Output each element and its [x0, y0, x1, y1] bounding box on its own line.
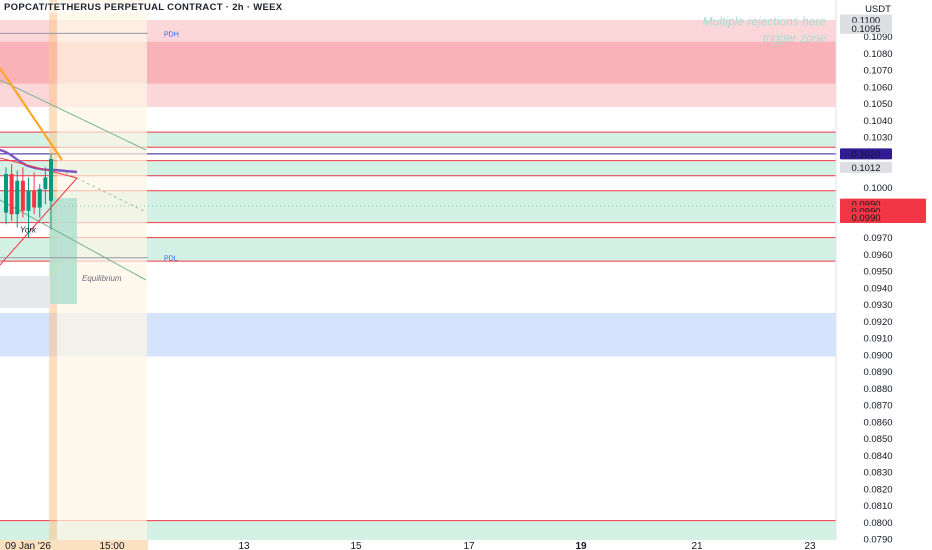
y-tick-label: 0.0880: [863, 384, 892, 395]
x-tick-label: 15: [350, 541, 362, 550]
y-tick-label: 0.0930: [863, 300, 892, 311]
y-tick-label: 0.0850: [863, 434, 892, 445]
x-tick-label: 19: [575, 541, 587, 550]
annotation-equilibrium: Equilibrium: [82, 274, 122, 283]
y-tick-label: 0.1040: [863, 116, 892, 127]
y-tick-label: 0.0910: [863, 334, 892, 345]
y-tick-label: 0.1030: [863, 133, 892, 144]
candle-body: [20, 180, 25, 211]
candle-body: [49, 158, 53, 201]
y-tick-label: 0.0840: [863, 451, 892, 462]
y-tick-label: 0.0810: [863, 501, 892, 512]
y-tick-label: 0.0890: [863, 367, 892, 378]
y-tick-label: 0.1000: [863, 183, 892, 194]
candle-body: [9, 174, 14, 215]
candle-body: [26, 190, 31, 211]
time-axis[interactable]: 09 Jan '26 15:00 13 15 17 19 21 23: [0, 540, 836, 550]
y-tick-label: 0.0820: [863, 484, 892, 495]
price-chart[interactable]: PDH PDL Multiple rejections here trigger z…: [0, 0, 932, 550]
y-tick-label: 0.0790: [863, 535, 892, 546]
y-tick-label: 0.1080: [863, 49, 892, 60]
y-tick-label: 0.0920: [863, 317, 892, 328]
candle-body: [32, 190, 37, 208]
y-tick-label: 0.1050: [863, 99, 892, 110]
y-tick-label: 0.0830: [863, 468, 892, 479]
annotation-multiple-rejections-here: Multiple rejections here: [703, 14, 827, 28]
price-axis[interactable]: 0.10900.10800.10700.10600.10500.10400.10…: [863, 32, 892, 545]
candle-body: [15, 180, 20, 215]
x-tick-label: 21: [691, 541, 703, 550]
y-tick-label: 0.0900: [863, 350, 892, 361]
x-tick-label: 09 Jan '26: [5, 541, 51, 550]
price-badge-label: 0.0990: [851, 213, 880, 224]
annotation-york: York: [20, 225, 37, 234]
x-tick-label: 23: [804, 541, 816, 550]
candle-body: [43, 177, 48, 190]
x-tick-label: 17: [463, 541, 475, 550]
y-tick-label: 0.0960: [863, 250, 892, 261]
y-tick-label: 0.0940: [863, 283, 892, 294]
y-tick-label: 0.0870: [863, 401, 892, 412]
y-tick-label: 0.0970: [863, 233, 892, 244]
candle-body: [4, 174, 8, 213]
candle-body: [37, 189, 42, 208]
axis-unit: USDT: [865, 4, 891, 15]
y-tick-label: 0.1060: [863, 82, 892, 93]
x-tick-label: 15:00: [99, 541, 124, 550]
position-box: [50, 198, 77, 304]
price-badge-label: 0.1020: [851, 149, 880, 160]
price-badge-label: 0.1012: [851, 163, 880, 174]
level-label-pdl: PDL: [164, 256, 178, 263]
y-tick-label: 0.0860: [863, 417, 892, 428]
level-label-pdh: PDH: [164, 31, 179, 38]
equilibrium-box: [0, 276, 50, 308]
price-badge-label: 0.1095: [851, 24, 880, 35]
chart-title: POPCAT/TETHERUS PERPETUAL CONTRACT · 2h …: [4, 2, 283, 13]
y-tick-label: 0.0800: [863, 518, 892, 529]
x-tick-label: 13: [238, 541, 250, 550]
y-tick-label: 0.1070: [863, 66, 892, 77]
annotation-trigger-zone: trigger zone: [763, 31, 827, 45]
y-tick-label: 0.0950: [863, 267, 892, 278]
